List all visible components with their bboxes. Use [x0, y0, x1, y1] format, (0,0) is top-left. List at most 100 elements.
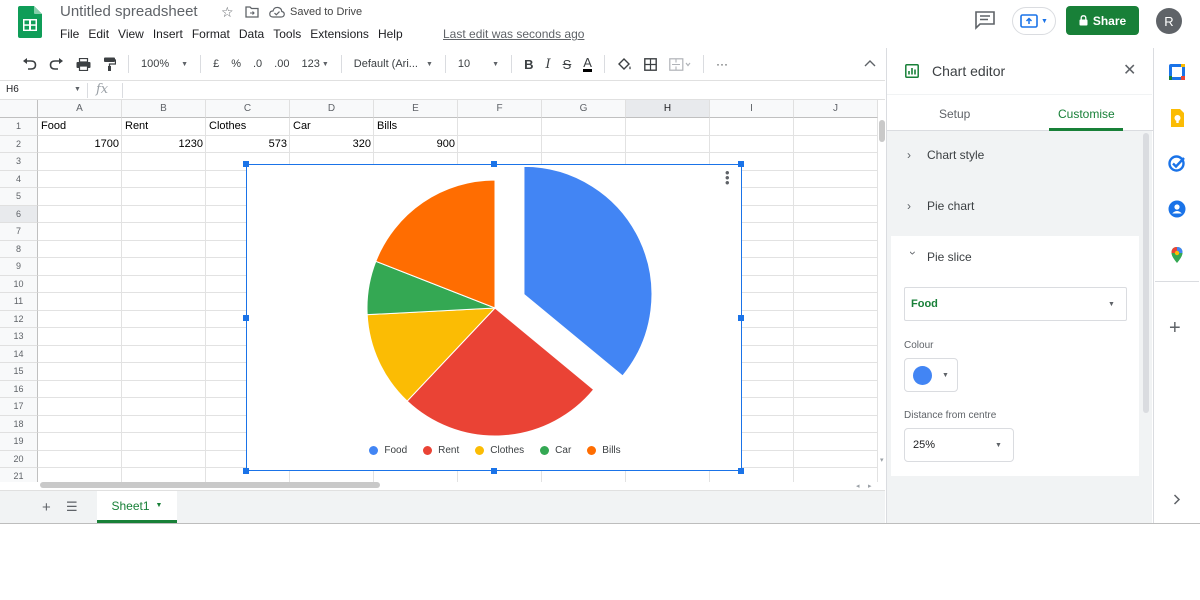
star-icon[interactable]: ☆ — [221, 4, 234, 21]
row-header[interactable]: 6 — [0, 205, 38, 223]
maps-icon[interactable] — [1168, 246, 1186, 264]
row-header[interactable]: 11 — [0, 293, 38, 311]
present-button[interactable]: ▼ — [1012, 7, 1056, 35]
cell-label[interactable]: Bills — [377, 118, 455, 135]
zoom-select[interactable]: 100% ▼ — [141, 58, 188, 70]
scroll-left-icon[interactable]: ◂ — [856, 482, 860, 490]
pie-chart-plot[interactable] — [247, 165, 743, 441]
keep-icon[interactable] — [1168, 109, 1186, 127]
resize-handle[interactable] — [491, 468, 497, 474]
merge-cells-icon[interactable] — [669, 57, 691, 71]
colour-picker[interactable]: ▼ — [904, 358, 958, 392]
menu-tools[interactable]: Tools — [273, 27, 307, 41]
column-header[interactable]: F — [458, 100, 542, 118]
pie-slice-food[interactable] — [523, 165, 653, 377]
resize-handle[interactable] — [243, 468, 249, 474]
borders-icon[interactable] — [644, 57, 657, 71]
vertical-scrollbar[interactable] — [879, 120, 885, 142]
calendar-icon[interactable] — [1168, 63, 1186, 81]
panel-scrollbar[interactable] — [1143, 133, 1149, 413]
menu-format[interactable]: Format — [192, 27, 236, 41]
column-header[interactable]: E — [374, 100, 458, 118]
cell-value[interactable]: 1700 — [41, 136, 119, 153]
resize-handle[interactable] — [243, 161, 249, 167]
formula-input[interactable] — [130, 84, 870, 98]
redo-icon[interactable] — [49, 58, 64, 70]
all-sheets-icon[interactable]: ☰ — [66, 499, 78, 515]
cell-value[interactable]: 573 — [209, 136, 287, 153]
column-header[interactable]: A — [38, 100, 122, 118]
cell-value[interactable]: 900 — [377, 136, 455, 153]
pie-chart[interactable]: • • • Food Rent Clothes Car Bills — [246, 164, 742, 471]
chart-menu-icon[interactable]: • • • — [725, 166, 730, 189]
tab-setup[interactable]: Setup — [939, 107, 970, 121]
column-header[interactable]: G — [542, 100, 626, 118]
chevron-down-icon[interactable]: ▼ — [156, 502, 163, 509]
text-color-button[interactable]: A — [583, 56, 592, 72]
chevron-down-icon[interactable]: ▼ — [74, 86, 81, 93]
section-pie-slice[interactable]: › Pie slice — [891, 250, 1139, 264]
menu-insert[interactable]: Insert — [153, 27, 189, 41]
expand-rail-icon[interactable] — [1173, 494, 1181, 505]
tasks-icon[interactable] — [1168, 154, 1186, 172]
distance-select[interactable]: 25% ▼ — [904, 428, 1014, 462]
fill-color-icon[interactable] — [617, 57, 632, 71]
decrease-decimal-button[interactable]: .0 — [253, 58, 262, 70]
horizontal-scrollbar[interactable] — [40, 482, 380, 488]
undo-icon[interactable] — [22, 58, 37, 70]
resize-handle[interactable] — [738, 468, 744, 474]
cell-label[interactable]: Car — [293, 118, 371, 135]
cell-value[interactable]: 1230 — [125, 136, 203, 153]
row-header[interactable]: 2 — [0, 135, 38, 153]
menu-view[interactable]: View — [118, 27, 150, 41]
menu-extensions[interactable]: Extensions — [310, 27, 375, 41]
scroll-down-icon[interactable]: ▾ — [880, 456, 884, 464]
name-box[interactable]: H6 — [6, 84, 19, 95]
legend-item-food[interactable]: Food — [369, 445, 407, 456]
row-header[interactable]: 3 — [0, 153, 38, 171]
column-header[interactable]: B — [122, 100, 206, 118]
tab-customise[interactable]: Customise — [1058, 107, 1115, 121]
row-header[interactable]: 16 — [0, 380, 38, 398]
menu-data[interactable]: Data — [239, 27, 270, 41]
row-header[interactable]: 19 — [0, 433, 38, 451]
row-header[interactable]: 1 — [0, 118, 38, 136]
menu-edit[interactable]: Edit — [88, 27, 115, 41]
legend-item-clothes[interactable]: Clothes — [475, 445, 524, 456]
contacts-icon[interactable] — [1168, 200, 1186, 218]
paint-format-icon[interactable] — [103, 57, 116, 71]
menu-file[interactable]: File — [60, 27, 85, 41]
account-avatar[interactable]: R — [1156, 8, 1182, 34]
row-header[interactable]: 21 — [0, 468, 38, 482]
resize-handle[interactable] — [491, 161, 497, 167]
last-edit-link[interactable]: Last edit was seconds ago — [443, 27, 584, 41]
bold-button[interactable]: B — [524, 57, 533, 72]
sheet-tab-sheet1[interactable]: Sheet1 ▼ — [97, 491, 177, 523]
share-button[interactable]: Share — [1066, 6, 1139, 35]
row-header[interactable]: 4 — [0, 170, 38, 188]
font-select[interactable]: Default (Ari... ▼ — [354, 58, 433, 70]
legend-item-car[interactable]: Car — [540, 445, 571, 456]
row-header[interactable]: 13 — [0, 328, 38, 346]
section-chart-style[interactable]: › Chart style — [891, 148, 1139, 162]
column-header[interactable]: I — [710, 100, 794, 118]
row-header[interactable]: 5 — [0, 188, 38, 206]
row-header[interactable]: 7 — [0, 223, 38, 241]
section-pie-chart[interactable]: › Pie chart — [891, 199, 1139, 213]
percent-format-button[interactable]: % — [231, 58, 241, 70]
menu-help[interactable]: Help — [378, 27, 409, 41]
scroll-right-icon[interactable]: ▸ — [868, 482, 872, 490]
close-icon[interactable]: ✕ — [1123, 60, 1136, 80]
row-header[interactable]: 14 — [0, 345, 38, 363]
slice-select[interactable]: Food ▼ — [904, 287, 1127, 321]
legend-item-rent[interactable]: Rent — [423, 445, 459, 456]
collapse-chevron-icon[interactable] — [864, 59, 876, 67]
currency-format-button[interactable]: £ — [213, 58, 219, 70]
resize-handle[interactable] — [738, 161, 744, 167]
cloud-saved-icon[interactable] — [269, 6, 285, 18]
resize-handle[interactable] — [243, 315, 249, 321]
move-folder-icon[interactable] — [245, 6, 259, 18]
row-header[interactable]: 15 — [0, 363, 38, 381]
column-header[interactable]: D — [290, 100, 374, 118]
row-header[interactable]: 10 — [0, 275, 38, 293]
